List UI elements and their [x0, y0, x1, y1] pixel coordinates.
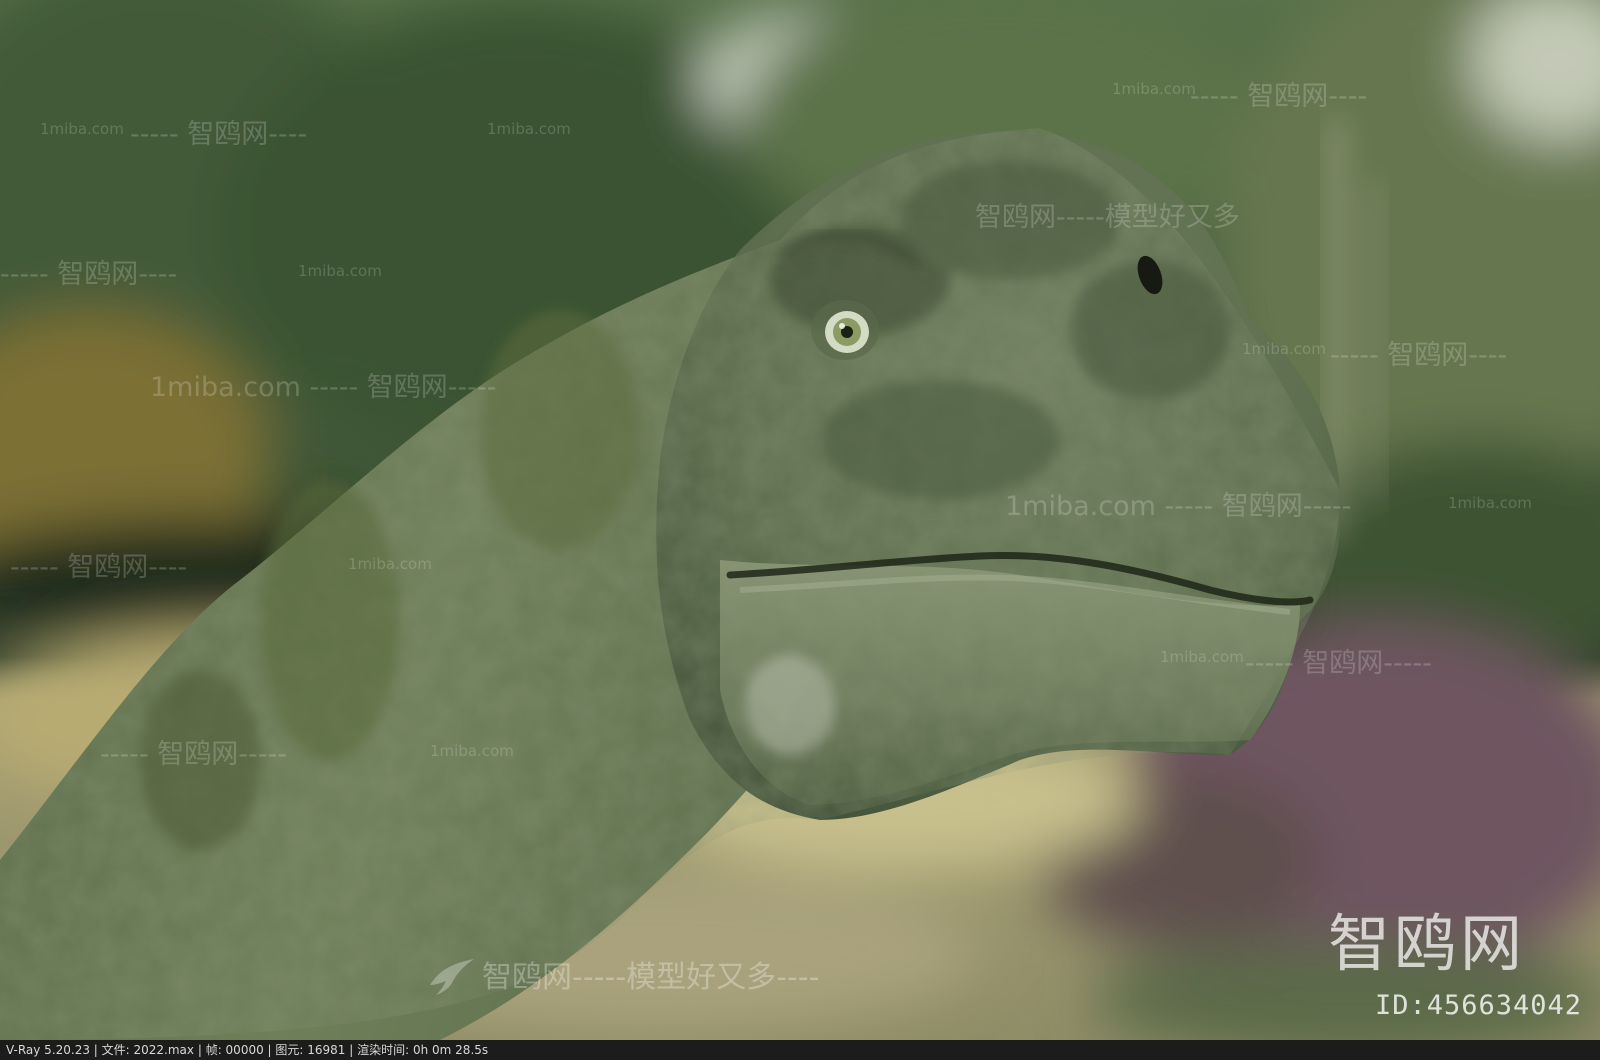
status-separator: | [263, 1043, 276, 1057]
render-viewport: 1miba.com ----- 智鸥网---- 1miba.com ----- … [0, 0, 1600, 1060]
bird-logo-icon [430, 959, 474, 995]
status-separator: | [345, 1043, 358, 1057]
asset-id-label: ID:456634042 [1375, 990, 1583, 1021]
status-separator: | [194, 1043, 206, 1057]
render-status-bar: V-Ray 5.20.23 | 文件: 2022.max | 帧: 00000 … [0, 1040, 1600, 1060]
status-separator: | [89, 1043, 102, 1057]
brand-logo-text: 智鸥网 [1328, 907, 1527, 980]
status-primitives: 图元: 16981 [275, 1043, 346, 1057]
status-frame: 帧: 00000 [205, 1043, 264, 1057]
status-render-time: 渲染时间: 0h 0m 28.5s [357, 1043, 489, 1057]
status-renderer: V-Ray 5.20.23 [6, 1043, 90, 1057]
status-file: 文件: 2022.max [101, 1043, 195, 1057]
eye [811, 300, 879, 360]
